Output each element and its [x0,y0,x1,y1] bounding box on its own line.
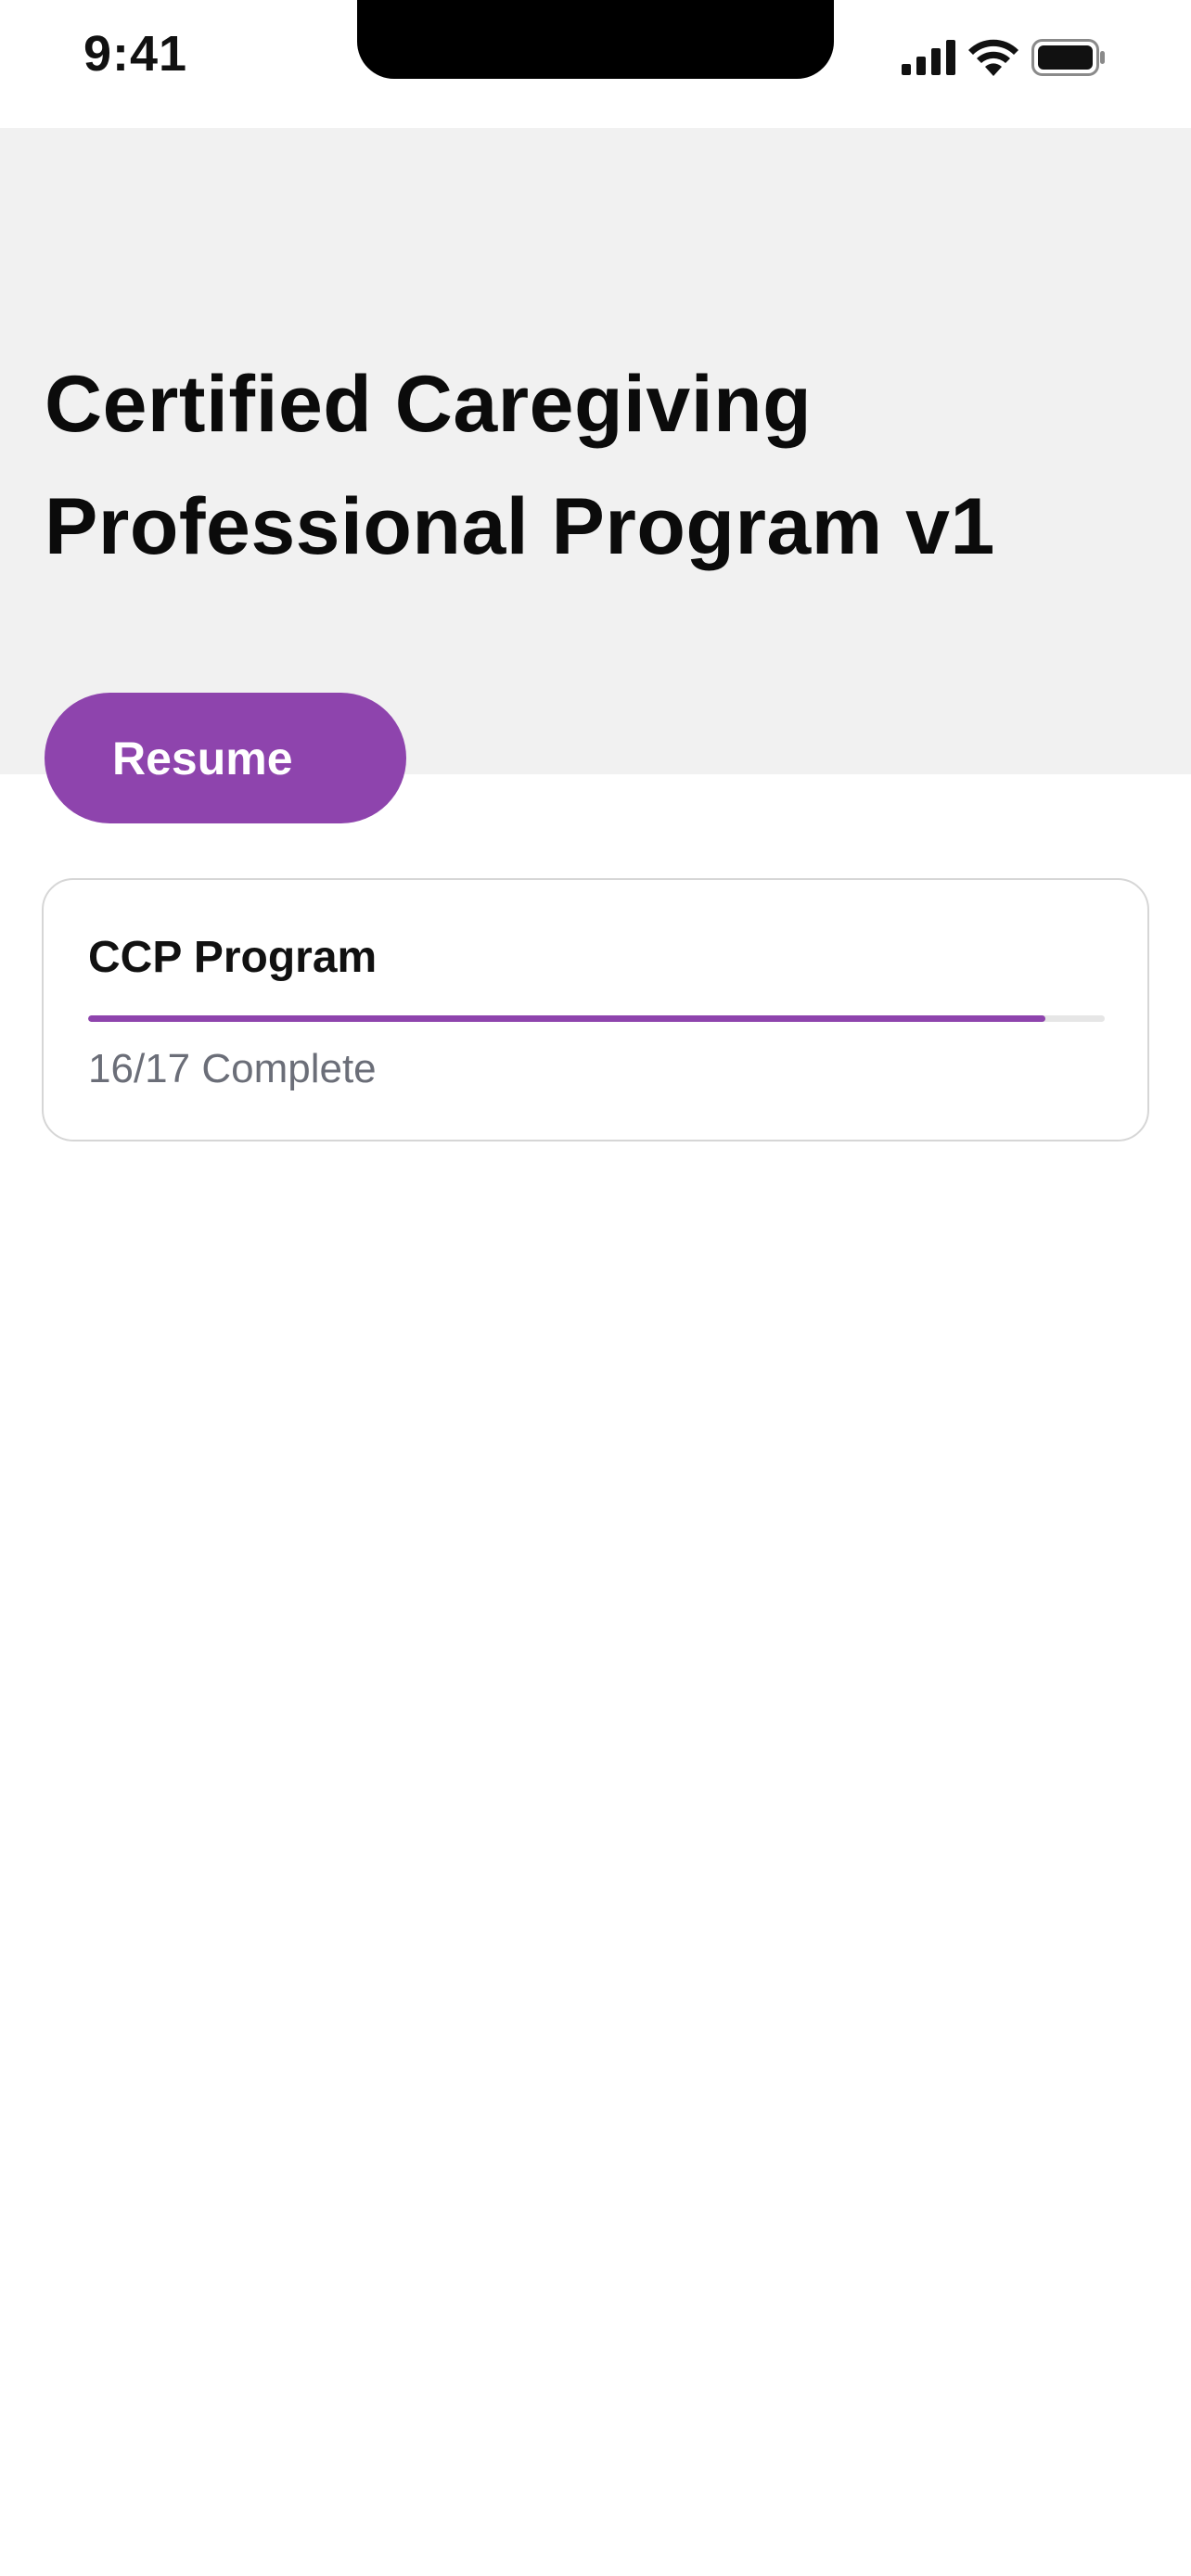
program-card[interactable]: CCP Program 16/17 Complete [42,878,1149,1141]
wifi-icon [968,39,1018,76]
device-notch [357,0,834,79]
program-progress-bar [88,1015,1105,1022]
page-title: Certified Caregiving Professional Progra… [45,343,1111,588]
program-card-title: CCP Program [88,933,378,982]
battery-icon [1031,39,1106,76]
cellular-signal-icon [902,40,955,75]
status-bar: 9:41 [0,0,1191,128]
program-progress-fill [88,1015,1045,1022]
resume-button[interactable]: Resume [45,693,406,823]
status-icons [902,35,1106,80]
status-time: 9:41 [83,26,188,82]
page-title-line-2: Professional Program v1 [45,482,995,571]
program-completion-status: 16/17 Complete [88,1046,377,1091]
page-title-line-1: Certified Caregiving [45,360,813,449]
